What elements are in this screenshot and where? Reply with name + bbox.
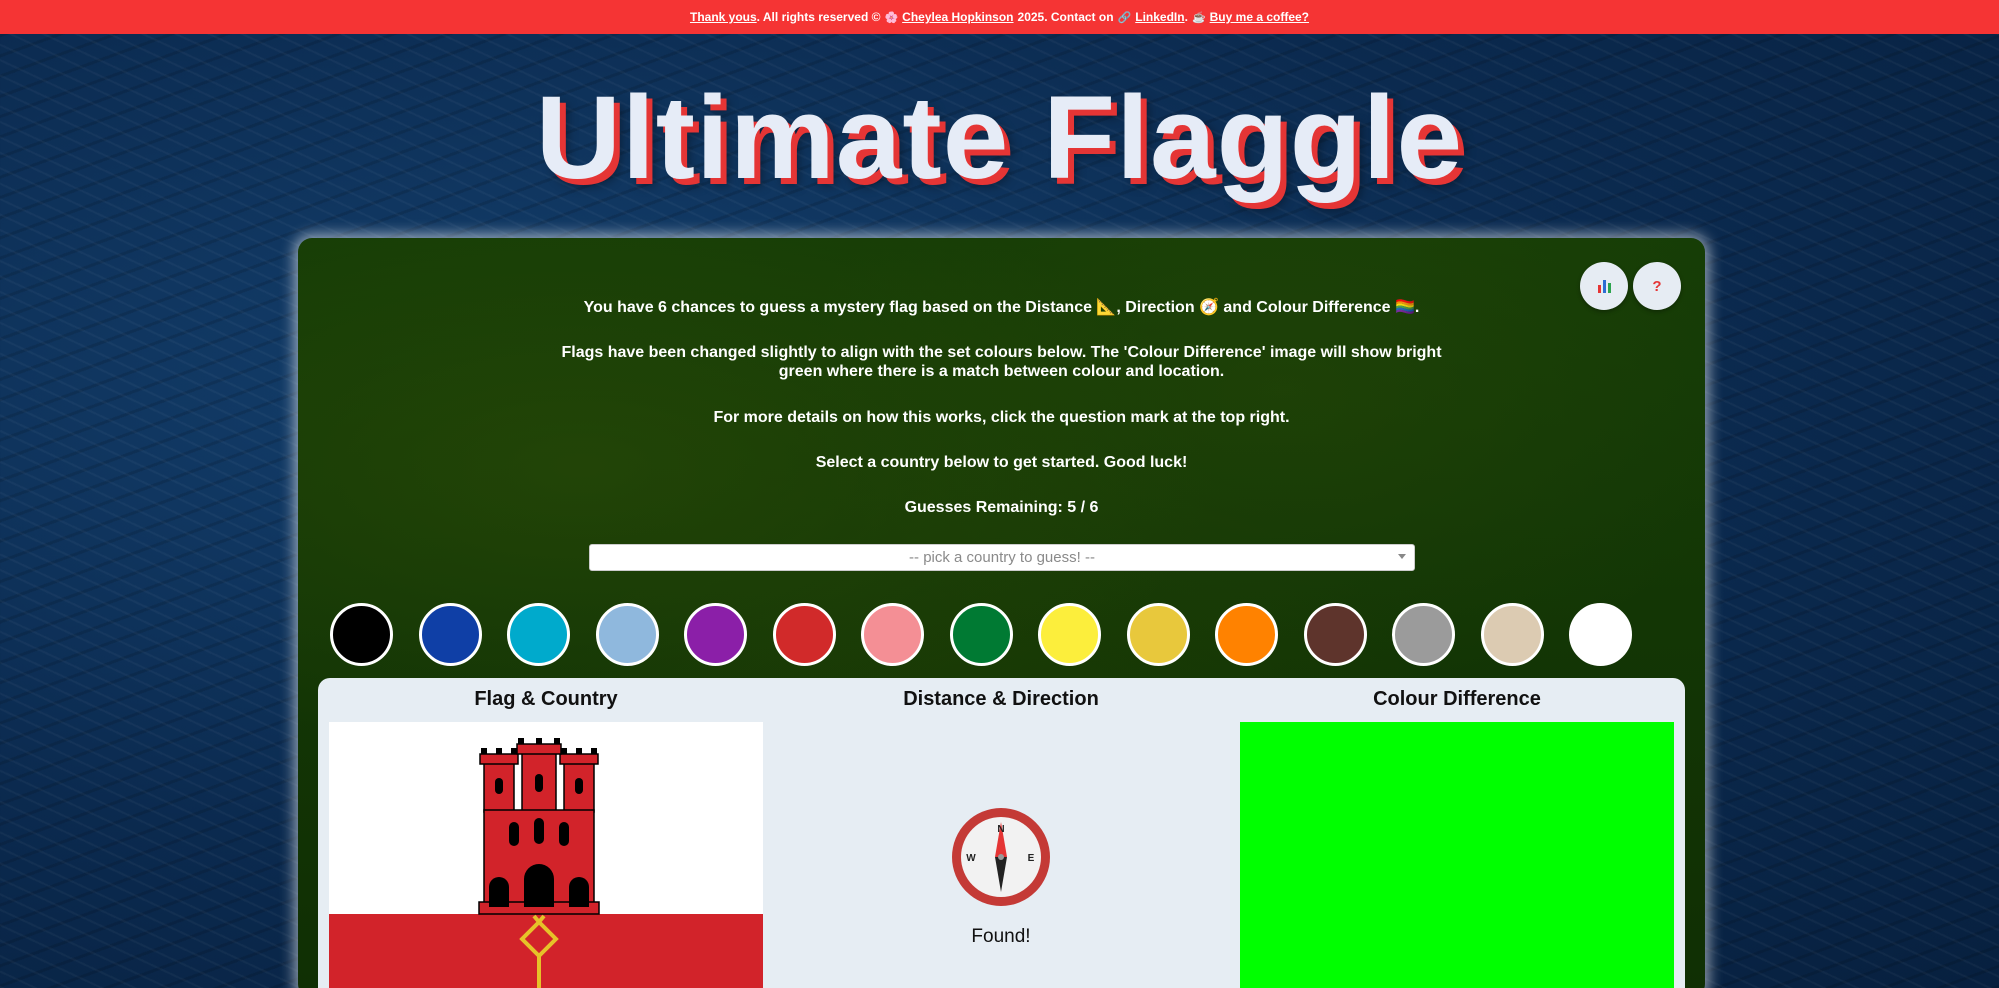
colour-swatch [1480, 603, 1544, 666]
coffee-link[interactable]: Buy me a coffee? [1210, 10, 1309, 24]
link-icon: 🔗 [1117, 11, 1132, 24]
game-panel: ? You have 6 chances to guess a mystery … [298, 238, 1705, 988]
colour-swatch [1392, 603, 1455, 666]
year-text: 2025. Contact on [1017, 10, 1114, 24]
colour-swatch [684, 603, 747, 666]
colour-swatch [1126, 603, 1190, 666]
compass-n-label: N [997, 824, 1004, 835]
flag-country-heading: Flag & Country [474, 688, 618, 710]
author-link[interactable]: Cheylea Hopkinson [902, 10, 1013, 24]
footer-bar: Thank yous . All rights reserved © 🌸 Che… [0, 0, 1999, 34]
instructions-line-2: Flags have been changed slightly to alig… [561, 344, 1442, 380]
flower-icon: 🌸 [884, 11, 899, 24]
country-select-placeholder: -- pick a country to guess! -- [909, 549, 1095, 566]
colour-swatch [507, 603, 570, 666]
dot-text: . [1184, 10, 1188, 24]
colour-palette [330, 603, 1632, 666]
coffee-icon: ☕ [1191, 11, 1206, 24]
results-card: Flag & Country Distance & Direction Colo… [318, 678, 1685, 988]
guess-status: Found! [971, 926, 1031, 947]
colour-swatch [1569, 603, 1632, 666]
colour-swatch [1303, 603, 1367, 666]
castle-key-emblem [478, 738, 600, 988]
instructions-line-4: Select a country below to get started. G… [815, 454, 1188, 471]
colour-swatch [949, 603, 1013, 666]
linkedin-link[interactable]: LinkedIn [1135, 10, 1184, 24]
guesses-remaining: Guesses Remaining: 5 / 6 [904, 499, 1099, 516]
colour-swatch [1038, 603, 1101, 666]
compass-e-label: E [1028, 853, 1035, 864]
colour-swatch [595, 603, 659, 666]
compass-w-label: W [966, 853, 976, 864]
instructions-line-3: For more details on how this works, clic… [713, 409, 1290, 426]
colour-swatch [861, 603, 924, 666]
thank-yous-link[interactable]: Thank yous [690, 10, 757, 24]
chevron-down-icon [1398, 554, 1406, 559]
instructions-line-1: You have 6 chances to guess a mystery fl… [583, 299, 1420, 316]
rights-text: . All rights reserved © [756, 10, 881, 24]
page-title: Ultimate Flaggle [535, 72, 1464, 204]
colour-swatch [1215, 603, 1278, 666]
colour-swatch [418, 603, 482, 666]
bar-chart-icon [1597, 279, 1611, 293]
country-select[interactable]: -- pick a country to guess! -- [589, 544, 1415, 571]
colour-swatch [330, 603, 393, 666]
colour-swatch [772, 603, 836, 666]
distance-direction-heading: Distance & Direction [903, 688, 1099, 710]
colour-difference-image [1240, 722, 1674, 988]
colour-difference-heading: Colour Difference [1373, 688, 1541, 710]
compass-icon: N W E [950, 806, 1052, 908]
guessed-flag [329, 722, 763, 988]
